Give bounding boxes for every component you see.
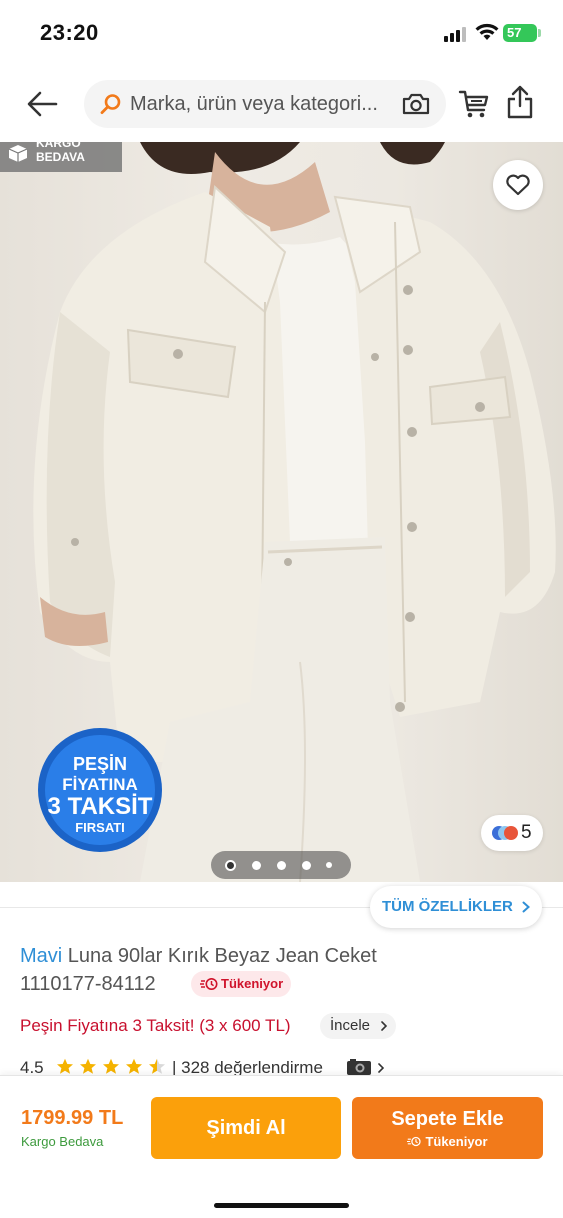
cart-icon[interactable] — [458, 88, 490, 120]
color-variants-button[interactable]: 5 — [481, 815, 543, 851]
chevron-right-icon — [381, 1021, 387, 1031]
all-specs-button[interactable]: TÜM ÖZELLİKLER — [370, 886, 542, 928]
review-offer-button[interactable]: İncele — [320, 1013, 396, 1039]
stock-status-badge: Tükeniyor — [191, 971, 291, 997]
clock-alert-icon — [407, 1136, 422, 1147]
clock-alert-icon — [200, 978, 218, 990]
pager-dot[interactable] — [302, 861, 311, 870]
add-to-cart-label: Sepete Ekle — [391, 1108, 504, 1130]
wifi-icon — [475, 23, 499, 40]
pager-dot[interactable] — [225, 860, 236, 871]
product-price: 1799.99 TL — [21, 1107, 124, 1129]
share-icon[interactable] — [506, 84, 534, 120]
product-image-gallery[interactable]: KARGO BEDAVA PEŞİN FİYATINA 3 TAKSİT FIR… — [0, 142, 563, 882]
chevron-right-icon — [522, 901, 530, 913]
heart-icon — [506, 174, 530, 196]
battery-cap — [538, 29, 541, 37]
buy-now-button[interactable]: Şimdi Al — [151, 1097, 341, 1159]
installment-promo-badge[interactable]: PEŞİN FİYATINA 3 TAKSİT FIRSATI — [36, 726, 164, 854]
free-shipping-badge-line1: KARGO — [36, 142, 81, 150]
all-specs-label: TÜM ÖZELLİKLER — [382, 898, 513, 915]
pager-dot[interactable] — [277, 861, 286, 870]
battery-icon: 57 — [503, 24, 537, 42]
photo-camera-icon — [347, 1059, 371, 1075]
status-time: 23:20 — [40, 20, 99, 45]
add-to-cart-button[interactable]: Sepete Ekle Tükeniyor — [352, 1097, 543, 1159]
search-box[interactable] — [84, 80, 446, 128]
free-shipping-label: Kargo Bedava — [21, 1134, 104, 1149]
chevron-right-icon — [378, 1063, 384, 1073]
color-count: 5 — [521, 822, 532, 843]
color-swatches-icon — [492, 826, 518, 840]
pager-dot[interactable] — [252, 861, 261, 870]
star-rating-icon — [57, 1058, 165, 1074]
image-pager[interactable] — [211, 851, 351, 879]
arrow-left-icon[interactable] — [24, 86, 60, 122]
box-icon — [8, 145, 28, 162]
free-shipping-badge-line2: BEDAVA — [36, 150, 85, 164]
product-name: Luna 90lar Kırık Beyaz Jean Ceket — [67, 945, 377, 967]
promo-line3: 3 TAKSİT — [48, 793, 153, 820]
search-input[interactable] — [130, 80, 392, 128]
bottom-action-bar: 1799.99 TL Kargo Bedava Şimdi Al Sepete … — [0, 1075, 563, 1218]
cellular-signal-icon — [444, 26, 470, 42]
add-to-cart-stock-note: Tükeniyor — [352, 1134, 543, 1149]
installment-offer: Peşin Fiyatına 3 Taksit! (3 x 600 TL) — [20, 1016, 291, 1035]
review-offer-label: İncele — [330, 1017, 371, 1034]
add-to-cart-stock-label: Tükeniyor — [425, 1134, 488, 1149]
product-sku: 1110177-84112 — [20, 973, 156, 995]
promo-line2: FİYATINA — [62, 775, 138, 794]
free-shipping-badge: KARGO BEDAVA — [0, 142, 122, 172]
product-title: Mavi Luna 90lar Kırık Beyaz Jean Ceket — [20, 945, 377, 968]
favorite-button[interactable] — [493, 160, 543, 210]
pager-dot[interactable] — [326, 862, 332, 868]
top-navigation — [0, 78, 563, 130]
brand-link[interactable]: Mavi — [20, 945, 62, 967]
promo-line4: FIRSATI — [75, 820, 125, 835]
home-indicator[interactable] — [214, 1203, 349, 1208]
camera-icon[interactable] — [402, 92, 430, 116]
stock-status-label: Tükeniyor — [221, 976, 284, 991]
search-icon — [100, 94, 121, 114]
status-bar: 23:20 57 — [0, 0, 563, 70]
promo-line1: PEŞİN — [73, 754, 127, 774]
